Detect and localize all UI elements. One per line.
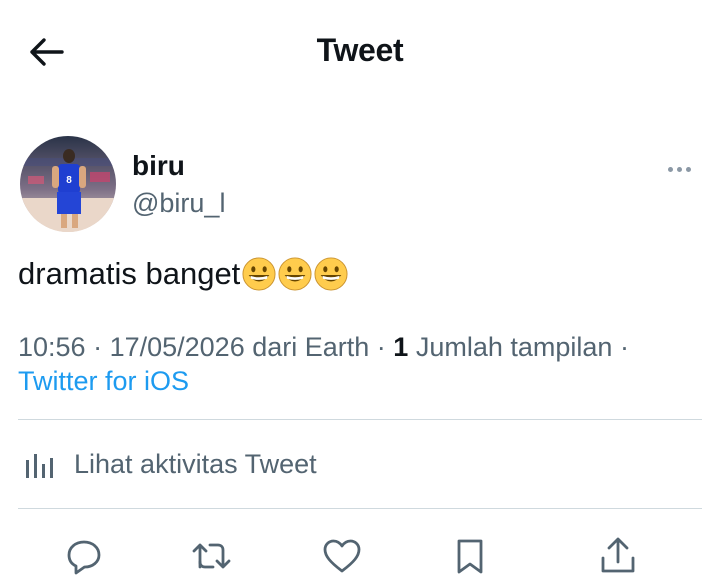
reply-button[interactable] — [62, 534, 106, 578]
tweet-source-link[interactable]: Twitter for iOS — [18, 366, 189, 397]
like-icon — [323, 539, 361, 573]
avatar[interactable]: 8 — [20, 136, 116, 232]
tweet-text-content: dramatis banget — [18, 256, 241, 291]
svg-text:8: 8 — [66, 175, 72, 186]
grinning-face-emoji-icon — [242, 257, 276, 291]
view-activity-button[interactable]: Lihat aktivitas Tweet — [22, 446, 317, 482]
grinning-face-emoji-icon — [278, 257, 312, 291]
like-button[interactable] — [320, 534, 364, 578]
grinning-face-emoji-icon — [314, 257, 348, 291]
divider — [18, 419, 702, 420]
tweet-date[interactable]: 17/05/2026 — [110, 332, 245, 362]
page-title: Tweet — [316, 32, 404, 68]
share-button[interactable] — [596, 534, 640, 578]
bookmark-button[interactable] — [448, 534, 492, 578]
views-count: 1 — [393, 332, 409, 362]
user-handle[interactable]: @biru_l — [132, 188, 225, 219]
view-activity-label: Lihat aktivitas Tweet — [74, 448, 317, 479]
views-label: Jumlah tampilan — [415, 332, 613, 362]
divider — [18, 508, 702, 509]
retweet-button[interactable] — [190, 534, 234, 578]
bar-chart-icon — [26, 454, 53, 478]
more-options-icon[interactable] — [668, 162, 708, 176]
tweet-text: dramatis banget — [18, 256, 348, 292]
display-name[interactable]: biru — [132, 150, 185, 182]
tweet-location: dari Earth — [252, 332, 370, 362]
tweet-time[interactable]: 10:56 — [18, 332, 86, 362]
reply-icon — [67, 540, 101, 575]
tweet-meta: 10:56 · 17/05/2026 dari Earth · 1 Jumlah… — [18, 332, 629, 362]
share-icon — [601, 537, 635, 573]
retweet-icon — [192, 543, 231, 569]
bookmark-icon — [457, 539, 483, 574]
